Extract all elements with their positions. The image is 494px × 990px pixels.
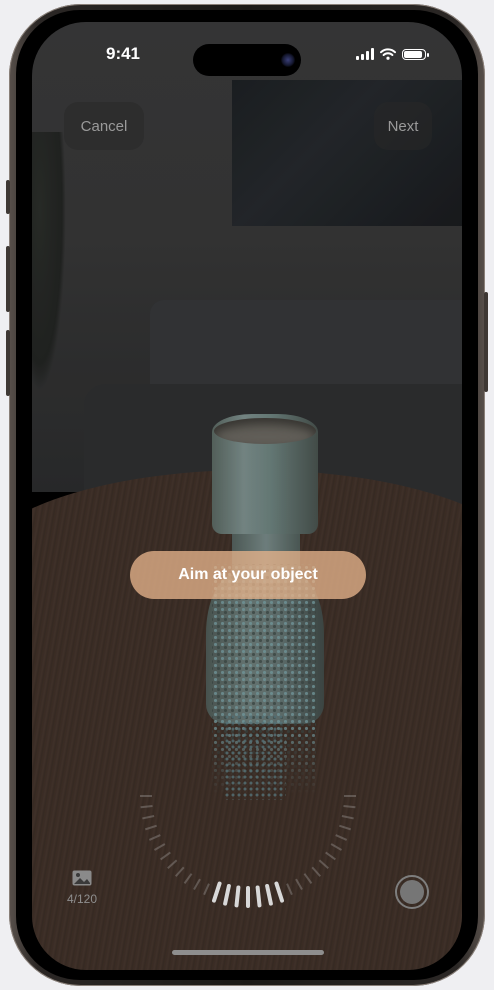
dial-tick (335, 834, 348, 841)
dial-tick (140, 805, 153, 809)
dial-tick (318, 859, 329, 870)
battery-level (404, 50, 422, 58)
dial-tick (330, 843, 343, 851)
dial-tick (222, 883, 232, 906)
screen: 9:41 Cancel Next Aim at your object 4/12… (32, 22, 462, 970)
dial-tick (148, 834, 161, 841)
capture-count: 4/120 (66, 892, 98, 906)
dial-tick (142, 814, 155, 820)
captured-photos-button[interactable]: 4/120 (58, 870, 106, 906)
cancel-button[interactable]: Cancel (64, 102, 144, 150)
dial-tick (167, 859, 178, 870)
aim-prompt: Aim at your object (130, 551, 366, 599)
cellular-signal-icon (356, 48, 374, 60)
wifi-icon (380, 48, 396, 60)
power-button (484, 292, 488, 392)
dial-tick (338, 824, 352, 831)
photo-icon (72, 870, 92, 886)
next-button[interactable]: Next (374, 102, 432, 150)
dial-tick (303, 873, 313, 884)
dial-tick (246, 886, 250, 908)
dial-tick (273, 880, 285, 904)
dial-tick (311, 866, 322, 877)
dial-tick (144, 824, 158, 831)
dial-tick (341, 814, 354, 820)
action-button (6, 180, 10, 214)
dial-tick (295, 878, 303, 891)
dial-tick (140, 795, 152, 797)
volume-up-button (6, 246, 10, 312)
dial-tick (174, 866, 185, 877)
status-time: 9:41 (105, 44, 141, 63)
status-icons (356, 48, 429, 60)
dial-tick (193, 878, 201, 891)
volume-down-button (6, 330, 10, 396)
dial-tick (183, 873, 193, 884)
shutter-icon (400, 880, 424, 904)
dial-tick (343, 805, 356, 809)
dial-tick (325, 851, 336, 861)
dial-tick (203, 883, 210, 896)
dial-tick (160, 851, 171, 861)
battery-icon (402, 48, 429, 60)
dial-tick (344, 795, 356, 797)
shutter-button[interactable] (395, 875, 429, 909)
front-camera-icon (281, 53, 295, 67)
dynamic-island (193, 44, 301, 76)
dial-tick (286, 883, 293, 896)
dial-tick (153, 843, 166, 851)
home-indicator[interactable] (172, 950, 324, 955)
capture-progress-dial (140, 688, 356, 908)
